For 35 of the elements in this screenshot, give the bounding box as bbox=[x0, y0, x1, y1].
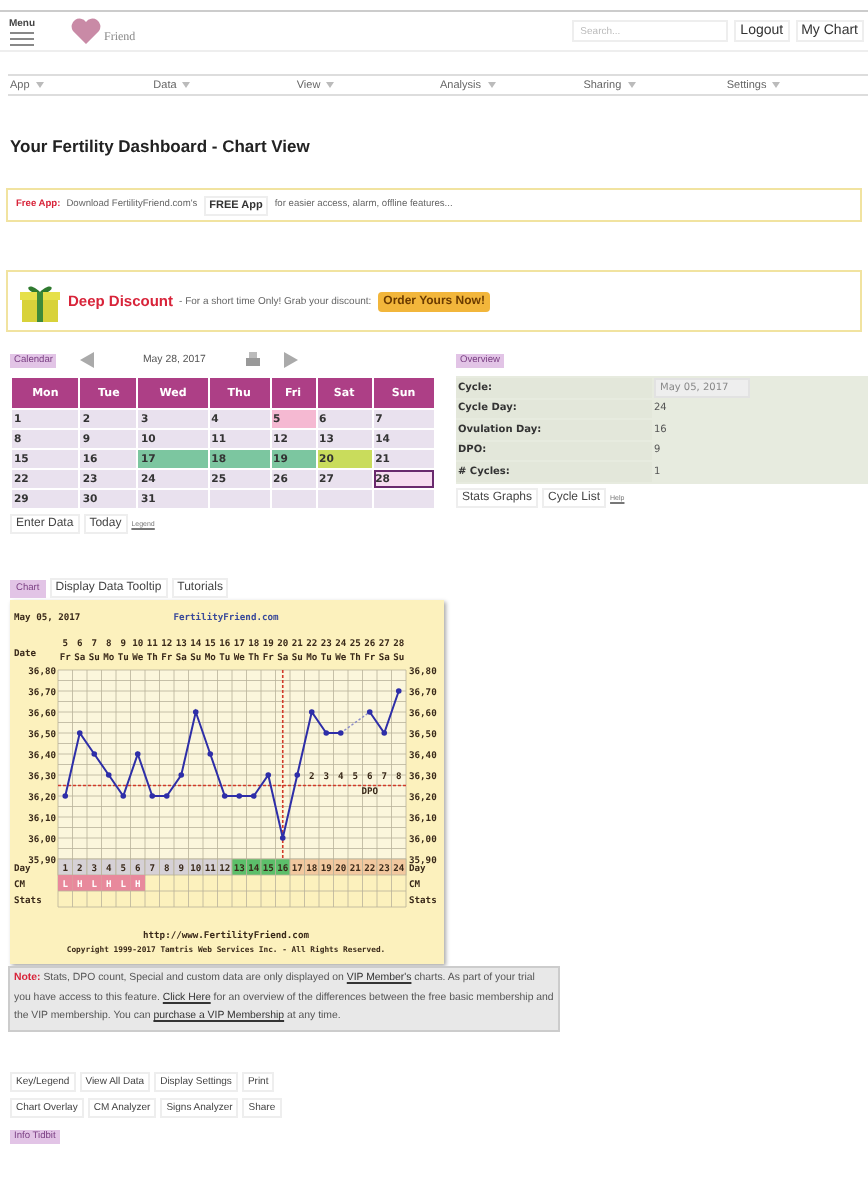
data-point[interactable] bbox=[105, 772, 112, 778]
page-title: Your Fertility Dashboard - Chart View bbox=[10, 136, 312, 156]
menu-icon[interactable] bbox=[10, 31, 34, 45]
data-point[interactable] bbox=[163, 793, 170, 799]
data-point[interactable] bbox=[279, 835, 286, 841]
caret-icon bbox=[487, 82, 495, 88]
gift-icon bbox=[18, 281, 62, 321]
data-point[interactable] bbox=[134, 751, 141, 757]
data-point[interactable] bbox=[294, 772, 301, 778]
caret-icon bbox=[627, 82, 636, 88]
data-point[interactable] bbox=[395, 688, 402, 694]
caret-icon bbox=[326, 82, 335, 88]
data-point[interactable] bbox=[149, 793, 156, 799]
gap-line bbox=[340, 711, 371, 734]
data-point[interactable] bbox=[221, 793, 228, 799]
data-point[interactable] bbox=[192, 709, 199, 715]
data-point[interactable] bbox=[76, 730, 83, 736]
data-point[interactable] bbox=[236, 793, 243, 799]
data-point[interactable] bbox=[62, 793, 69, 799]
data-point[interactable] bbox=[366, 709, 373, 715]
caret-icon bbox=[772, 82, 781, 88]
data-point[interactable] bbox=[250, 793, 257, 799]
data-point[interactable] bbox=[265, 772, 272, 778]
data-point[interactable] bbox=[178, 772, 185, 778]
data-point[interactable] bbox=[308, 709, 315, 715]
heart-logo-icon bbox=[70, 18, 102, 44]
data-point[interactable] bbox=[120, 793, 127, 799]
data-point[interactable] bbox=[381, 730, 388, 736]
data-point[interactable] bbox=[323, 730, 330, 736]
caret-icon bbox=[35, 82, 44, 88]
data-point[interactable] bbox=[91, 751, 98, 757]
printer-icon[interactable] bbox=[245, 352, 260, 368]
caret-icon bbox=[182, 82, 191, 88]
data-point[interactable] bbox=[337, 730, 344, 736]
data-point[interactable] bbox=[207, 751, 214, 757]
